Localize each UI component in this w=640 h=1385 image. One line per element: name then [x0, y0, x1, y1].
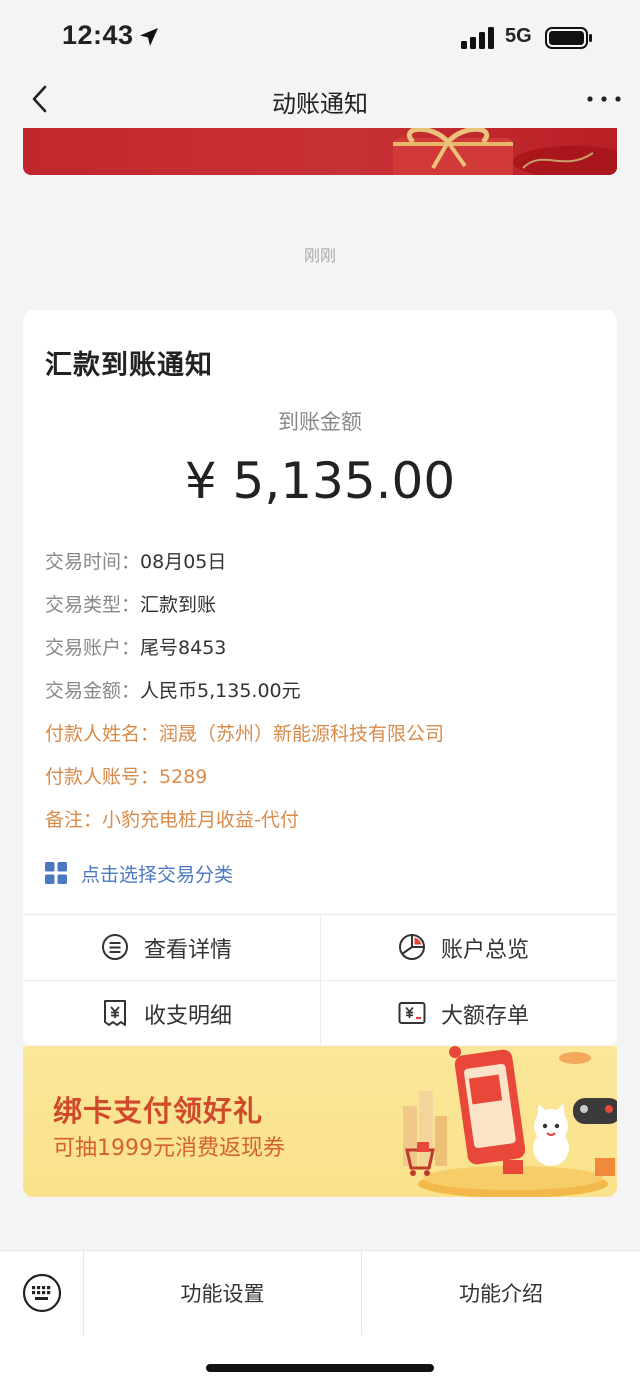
large-deposit-button[interactable]: 大额存单: [320, 981, 617, 1046]
detail-label: 付款人姓名：: [45, 723, 160, 745]
detail-value: 小豹充电桩月收益-代付: [102, 809, 299, 831]
select-category-label: 点击选择交易分类: [81, 864, 234, 886]
keyboard-toggle-button[interactable]: [0, 1251, 84, 1335]
detail-row-payer-name: 付款人姓名：润晟（苏州）新能源科技有限公司: [45, 719, 444, 746]
status-bar: 12:43 5G: [0, 0, 640, 70]
promo-illustration-icon: [403, 1046, 617, 1197]
pie-chart-icon: [399, 934, 425, 960]
grid-category-icon: [45, 862, 67, 884]
message-timestamp: 刚刚: [303, 246, 336, 265]
certificate-yuan-icon: [398, 1002, 426, 1024]
detail-row-time: 交易时间：08月05日: [45, 547, 226, 574]
detail-row-account: 交易账户：尾号8453: [45, 633, 226, 660]
network-type: 5G: [505, 25, 532, 47]
cellular-signal-icon: [461, 27, 494, 49]
home-indicator[interactable]: [206, 1364, 434, 1372]
promo-banner[interactable]: 绑卡支付领好礼 可抽1999元消费返现券: [23, 1046, 617, 1197]
large-deposit-label: 大额存单: [441, 1004, 530, 1029]
promo-subtitle: 可抽1999元消费返现券: [53, 1136, 285, 1161]
statement-label: 收支明细: [144, 1004, 233, 1029]
nav-bar: 动账通知: [0, 70, 640, 130]
detail-label: 交易类型：: [45, 594, 141, 616]
action-grid: 查看详情 账户总览 收支明细 大额存单: [23, 914, 617, 1046]
status-time: 12:43: [62, 20, 134, 50]
tab-function-intro[interactable]: 功能介绍: [362, 1251, 640, 1335]
battery-icon: [545, 27, 592, 49]
view-details-button[interactable]: 查看详情: [23, 915, 320, 980]
detail-label: 备注：: [45, 809, 103, 831]
home-area: [0, 1335, 640, 1385]
detail-label: 付款人账号：: [45, 766, 160, 788]
receipt-yuan-icon: [104, 1000, 126, 1026]
more-options-icon[interactable]: [586, 95, 622, 103]
detail-value: 08月05日: [140, 551, 227, 573]
list-circle-icon: [102, 934, 128, 960]
detail-row-type: 交易类型：汇款到账: [45, 590, 216, 617]
detail-label: 交易金额：: [45, 680, 141, 702]
location-arrow-icon: [140, 28, 158, 46]
detail-value: 人民币5,135.00元: [140, 680, 301, 702]
keyboard-icon: [22, 1273, 62, 1313]
account-overview-label: 账户总览: [441, 938, 530, 963]
transfer-notification-card: 汇款到账通知 到账金额 ¥ 5,135.00 交易时间：08月05日 交易类型：…: [23, 310, 617, 1046]
detail-value: 5289: [159, 766, 208, 788]
detail-row-remark: 备注：小豹充电桩月收益-代付: [45, 805, 299, 832]
card-title: 汇款到账通知: [45, 350, 213, 381]
promo-title: 绑卡支付领好礼: [53, 1094, 264, 1128]
bottom-bar: 功能设置 功能介绍: [0, 1250, 640, 1335]
page-title: 动账通知: [272, 90, 368, 118]
detail-value: 润晟（苏州）新能源科技有限公司: [159, 723, 445, 745]
previous-message-banner[interactable]: [23, 128, 617, 175]
detail-value: 汇款到账: [140, 594, 217, 616]
tab-function-settings[interactable]: 功能设置: [84, 1251, 362, 1335]
statement-button[interactable]: 收支明细: [23, 981, 320, 1046]
detail-label: 交易账户：: [45, 637, 141, 659]
detail-row-amount: 交易金额：人民币5,135.00元: [45, 676, 301, 703]
gift-box-icon: [393, 128, 617, 175]
view-details-label: 查看详情: [144, 938, 233, 963]
detail-row-payer-account: 付款人账号：5289: [45, 762, 207, 789]
amount-value: ¥ 5,135.00: [184, 452, 456, 510]
account-overview-button[interactable]: 账户总览: [320, 915, 617, 980]
amount-label: 到账金额: [278, 410, 362, 434]
detail-value: 尾号8453: [140, 637, 227, 659]
detail-label: 交易时间：: [45, 551, 141, 573]
